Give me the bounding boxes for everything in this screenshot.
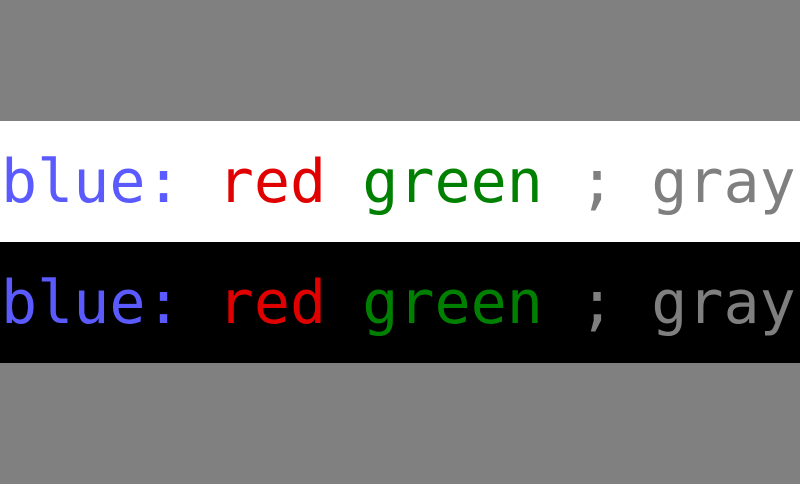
token-green: green [362, 267, 543, 338]
token-blue-label: blue: [1, 146, 182, 217]
token-semicolon: ; [579, 146, 616, 217]
token-red: red [217, 146, 327, 217]
token-gray: gray [651, 267, 796, 338]
code-line-dark: blue: red green ; gray [1, 273, 796, 333]
code-line-light: blue: red green ; gray [1, 152, 796, 212]
dark-band: blue: red green ; gray [0, 242, 800, 363]
light-band: blue: red green ; gray [0, 121, 800, 242]
token-gray: gray [651, 146, 796, 217]
canvas: { "colors": { "background": "#808080", "… [0, 0, 800, 484]
token-blue-label: blue: [1, 267, 182, 338]
token-red: red [217, 267, 327, 338]
token-semicolon: ; [579, 267, 616, 338]
token-green: green [362, 146, 543, 217]
